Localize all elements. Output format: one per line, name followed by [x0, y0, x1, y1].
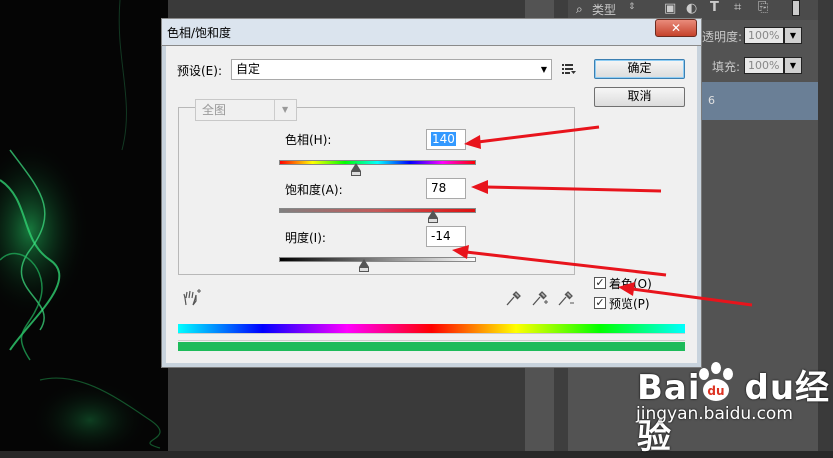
- watermark-url: jingyan.baidu.com: [636, 404, 793, 424]
- arrow-to-saturation: [471, 180, 662, 194]
- arrow-to-colorize: [618, 282, 753, 307]
- arrow-to-lightness: [452, 245, 667, 277]
- arrow-to-hue: [464, 125, 600, 149]
